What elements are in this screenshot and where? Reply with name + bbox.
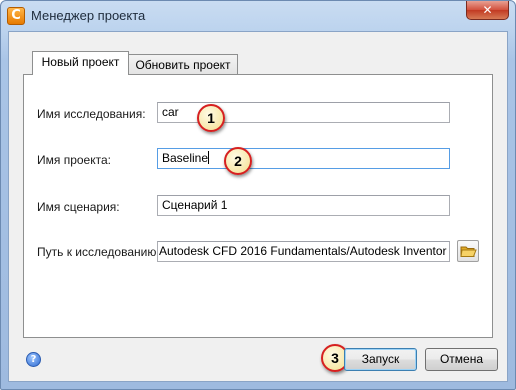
- app-icon: C: [7, 7, 25, 25]
- dialog-body: Новый проект Обновить проект Имя исследо…: [8, 31, 508, 382]
- title-bar[interactable]: C Менеджер проекта ✕: [1, 1, 515, 31]
- browse-folder-button[interactable]: [457, 240, 479, 262]
- project-name-field[interactable]: Baseline: [157, 148, 450, 169]
- study-path-field[interactable]: Autodesk CFD 2016 Fundamentals/Autodesk …: [157, 241, 450, 262]
- help-icon[interactable]: ?: [26, 352, 41, 367]
- scenario-name-label: Имя сценария:: [37, 200, 120, 214]
- tab-new-project[interactable]: Новый проект: [32, 51, 129, 75]
- callout-marker-1: 1: [197, 104, 225, 132]
- window-title: Менеджер проекта: [31, 8, 146, 23]
- text-caret: [208, 151, 210, 164]
- scenario-name-field[interactable]: Сценарий 1: [157, 195, 450, 216]
- tab-update-project[interactable]: Обновить проект: [129, 54, 238, 76]
- close-button[interactable]: ✕: [466, 1, 509, 20]
- callout-marker-2: 2: [224, 147, 252, 175]
- folder-open-icon: [460, 246, 477, 257]
- project-name-label: Имя проекта:: [37, 153, 111, 167]
- study-name-label: Имя исследования:: [37, 107, 146, 121]
- study-path-label: Путь к исследованию:: [37, 245, 160, 259]
- project-manager-window: C Менеджер проекта ✕ Новый проект Обнови…: [0, 0, 516, 390]
- project-name-value: Baseline: [162, 151, 209, 165]
- run-button[interactable]: Запуск: [344, 348, 417, 371]
- cancel-button[interactable]: Отмена: [425, 348, 498, 371]
